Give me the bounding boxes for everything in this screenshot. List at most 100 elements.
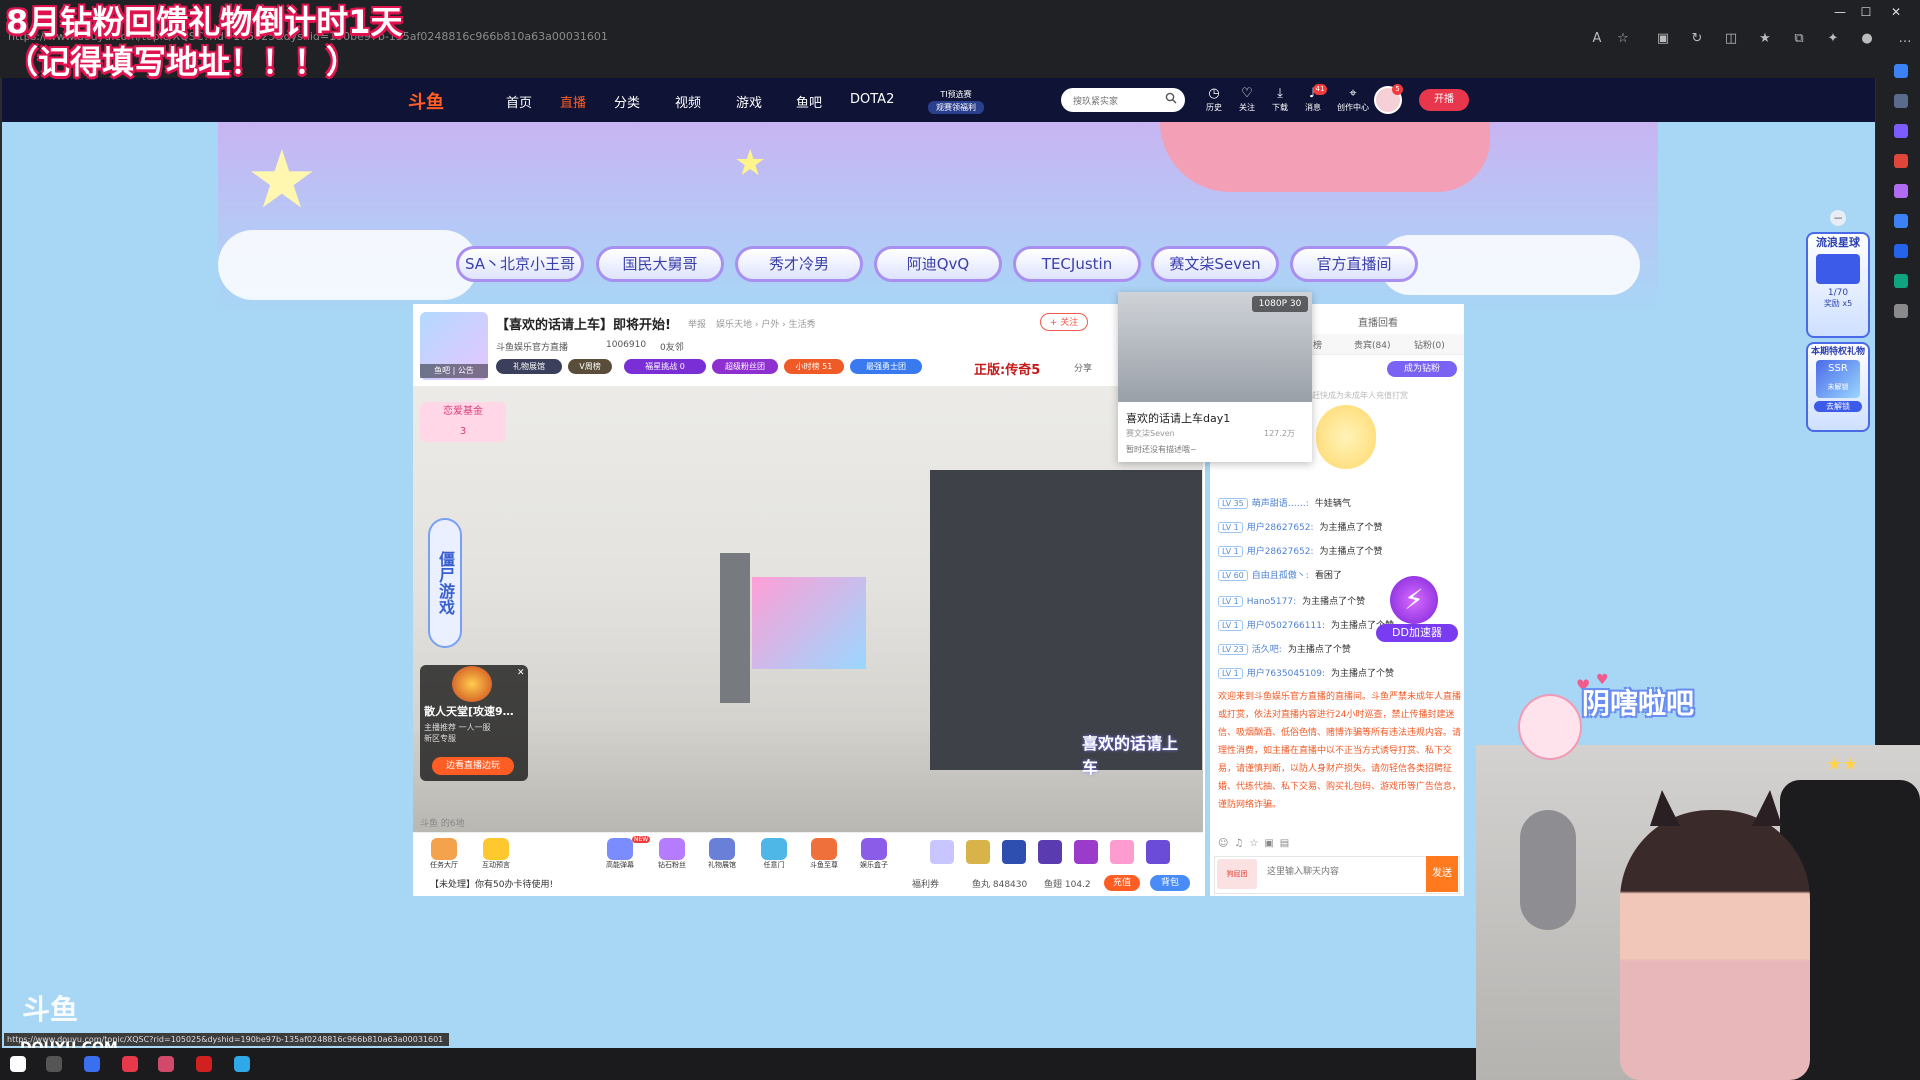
creator-center-button[interactable]: ⌖ 创作中心 xyxy=(1334,86,1372,116)
supreme-button[interactable]: 斗鱼至尊 xyxy=(808,838,840,872)
search-sidebar-icon[interactable] xyxy=(1894,94,1908,108)
streamer-tab[interactable]: 秀才冷男 xyxy=(735,246,863,282)
gift-icon[interactable] xyxy=(1038,840,1062,864)
nav-yuba[interactable]: 鱼吧 xyxy=(796,92,822,112)
start-live-button[interactable]: 开播 xyxy=(1419,89,1469,111)
search-icon[interactable] xyxy=(1165,92,1177,104)
streamer-tab[interactable]: 阿迪QvQ xyxy=(874,246,1002,282)
ti-event-badge[interactable]: TI预选赛 观赛领福利 xyxy=(928,88,984,116)
gift-icon[interactable] xyxy=(966,840,990,864)
tab-vip[interactable]: 贵宾(84) xyxy=(1354,338,1390,351)
follow-button[interactable]: + 关注 xyxy=(1040,313,1088,331)
voucher-notice[interactable]: 【未处理】你有50办卡待使用! xyxy=(430,877,553,890)
app-taskbar-icon[interactable] xyxy=(122,1056,138,1072)
chat-user[interactable]: 萌声甜语……: xyxy=(1252,499,1309,509)
chat-user[interactable]: 用户7635045109: xyxy=(1247,669,1325,679)
search-input[interactable] xyxy=(1071,92,1165,110)
app-taskbar-icon[interactable] xyxy=(158,1056,174,1072)
streamer-tab[interactable]: 官方直播间 xyxy=(1290,246,1418,282)
favorites-icon[interactable]: ★ xyxy=(1756,30,1774,48)
chat-user[interactable]: Hano5177: xyxy=(1247,597,1296,607)
gift-gallery-button[interactable]: 礼物展馆 xyxy=(706,838,738,872)
privilege-gift-panel[interactable]: 本期特权礼物 SSR 未解锁 去解锁 xyxy=(1806,342,1870,432)
room-category[interactable]: 娱乐天地 › 户外 › 生活秀 xyxy=(716,317,816,330)
close-icon[interactable]: ✕ xyxy=(1876,2,1916,22)
streamer-tab[interactable]: SA丶北京小王哥 xyxy=(456,246,584,282)
office-icon[interactable] xyxy=(1894,214,1908,228)
fun-box-button[interactable]: 娱乐盒子 xyxy=(858,838,890,872)
refresh-icon[interactable]: ↻ xyxy=(1688,30,1706,48)
tools-icon[interactable] xyxy=(1894,154,1908,168)
portal-button[interactable]: 任意门 xyxy=(758,838,790,872)
streamer-tab[interactable]: TECJustin xyxy=(1013,246,1141,282)
nav-live[interactable]: 直播 xyxy=(560,92,586,112)
outlook-icon[interactable] xyxy=(1894,244,1908,258)
gift-icon[interactable] xyxy=(1110,840,1134,864)
chat-user[interactable]: 活久吧: xyxy=(1252,645,1282,655)
lucky-star-badge[interactable]: 福星挑战 0 xyxy=(624,359,706,374)
netease-music-icon[interactable] xyxy=(196,1056,212,1072)
screenshot-icon[interactable]: ▣ xyxy=(1654,30,1672,48)
hover-preview-title[interactable]: 喜欢的话请上车day1 xyxy=(1126,410,1230,426)
gift-icon[interactable] xyxy=(1002,840,1026,864)
fan-club-tag[interactable]: 狗屁团 xyxy=(1217,859,1257,889)
streamer-tab-active[interactable]: 赛文柒Seven xyxy=(1151,246,1279,282)
streamer-tab[interactable]: 国民大舅哥 xyxy=(596,246,724,282)
search-taskbar-icon[interactable] xyxy=(46,1056,62,1072)
thumb-label-notice[interactable]: 公告 xyxy=(458,366,474,375)
super-fan-badge[interactable]: 超级粉丝团 xyxy=(712,359,778,374)
edge-browser-icon[interactable] xyxy=(234,1056,250,1072)
hourly-rank-badge[interactable]: 小时榜 51 xyxy=(784,359,844,374)
nav-game[interactable]: 游戏 xyxy=(736,92,762,112)
hover-preview-streamer[interactable]: 赛文柒Seven xyxy=(1126,428,1175,439)
windows-start-icon[interactable] xyxy=(10,1056,26,1072)
become-fan-button[interactable]: 成为钻粉 xyxy=(1387,361,1457,377)
welfare-coupon[interactable]: 福利券 xyxy=(912,877,939,890)
more-menu-icon[interactable]: … xyxy=(1896,30,1914,48)
collections-icon[interactable]: ⧉ xyxy=(1790,30,1808,48)
zombie-game-sign[interactable]: 僵尸游戏 xyxy=(428,518,462,648)
gift-icon[interactable] xyxy=(1074,840,1098,864)
read-aloud-icon[interactable]: A xyxy=(1588,30,1606,48)
nav-home[interactable]: 首页 xyxy=(506,92,532,112)
dd-accelerator-widget[interactable]: ⚡ DD加速器 xyxy=(1376,576,1458,642)
love-fund-widget[interactable]: 恋爱基金 3 xyxy=(420,402,506,442)
prediction-button[interactable]: 互动预言 xyxy=(480,838,512,872)
nav-dota2[interactable]: DOTA2 xyxy=(850,92,894,112)
extensions-icon[interactable]: ✦ xyxy=(1824,30,1842,48)
replay-link[interactable]: 直播回看 xyxy=(1358,314,1398,329)
history-button[interactable]: ◷ 历史 xyxy=(1200,86,1228,116)
collapse-icon[interactable]: − xyxy=(1830,210,1846,226)
split-view-icon[interactable]: ◫ xyxy=(1722,30,1740,48)
app-taskbar-icon[interactable] xyxy=(84,1056,100,1072)
task-hall-button[interactable]: 任务大厅 xyxy=(428,838,460,872)
profile-icon[interactable]: ● xyxy=(1858,30,1876,48)
gift-icon[interactable] xyxy=(930,840,954,864)
douyu-logo[interactable]: 斗鱼 xyxy=(408,88,468,114)
gift-icon[interactable] xyxy=(1146,840,1170,864)
tab-diamond-fans[interactable]: 钻粉(0) xyxy=(1414,338,1445,351)
promo-play-button[interactable]: 边看直播边玩 xyxy=(432,757,514,775)
follow-list-button[interactable]: ♡ 关注 xyxy=(1233,86,1261,116)
unlock-button[interactable]: 去解锁 xyxy=(1814,401,1862,412)
add-sidebar-icon[interactable] xyxy=(1894,304,1908,318)
chat-user[interactable]: 用户28627652: xyxy=(1247,523,1314,533)
chat-user[interactable]: 自由且孤傲丶: xyxy=(1252,571,1309,581)
favorite-star-icon[interactable]: ☆ xyxy=(1614,30,1632,48)
copilot-icon[interactable] xyxy=(1894,64,1908,78)
games-icon[interactable] xyxy=(1894,184,1908,198)
send-button[interactable]: 发送 xyxy=(1426,856,1458,892)
chat-toolbar-icons[interactable]: ☺♫☆▣▤ xyxy=(1218,838,1308,850)
chat-input[interactable] xyxy=(1265,863,1389,879)
warrior-team-badge[interactable]: 最强勇士团 xyxy=(850,359,922,374)
recharge-button[interactable]: 充值 xyxy=(1104,875,1140,891)
diamond-fan-button[interactable]: 钻石粉丝 xyxy=(656,838,688,872)
wandering-planet-panel[interactable]: 流浪星球 1/70 奖励 x5 xyxy=(1806,232,1870,338)
thumb-label-yuba[interactable]: 鱼吧 xyxy=(434,366,450,375)
backpack-button[interactable]: 背包 xyxy=(1150,875,1190,891)
game-ad-status[interactable]: 正版:传奇5 xyxy=(974,359,1040,378)
telegram-icon[interactable] xyxy=(1894,274,1908,288)
nav-category[interactable]: 分类 xyxy=(614,92,640,112)
shopping-icon[interactable] xyxy=(1894,124,1908,138)
share-link[interactable]: 分享 xyxy=(1074,361,1092,374)
